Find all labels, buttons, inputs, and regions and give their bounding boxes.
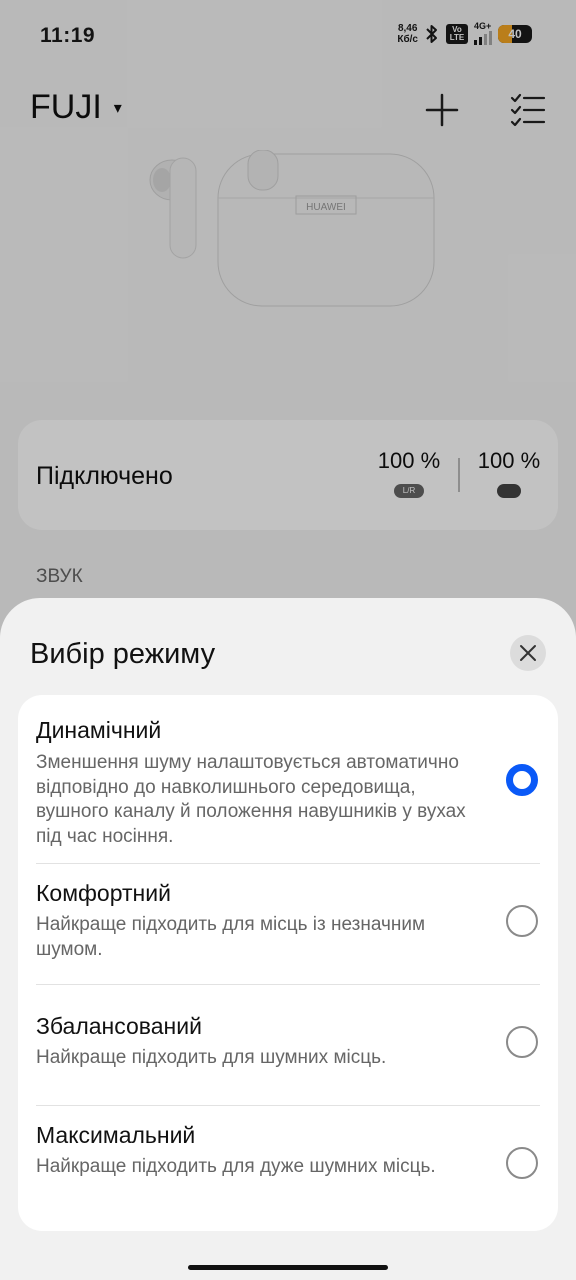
option-description: Зменшення шуму налаштовується автоматичн…: [36, 752, 466, 847]
radio-button-selected[interactable]: [506, 764, 538, 796]
mode-option-balanced[interactable]: Збалансований Найкраще підходить для шум…: [18, 985, 558, 1105]
option-description: Найкраще підходить для шумних місць.: [36, 1047, 387, 1068]
option-description: Найкраще підходить для дуже шумних місць…: [36, 1156, 436, 1177]
option-title: Максимальний: [36, 1122, 196, 1148]
close-icon: [520, 645, 536, 661]
option-title: Збалансований: [36, 1013, 202, 1039]
option-title: Динамічний: [36, 717, 162, 743]
mode-option-comfortable[interactable]: Комфортний Найкраще підходить для місць …: [18, 864, 558, 984]
option-title: Комфортний: [36, 880, 171, 906]
radio-button[interactable]: [506, 1147, 538, 1179]
mode-selection-sheet: Вибір режиму Динамічний Зменшення шуму н…: [0, 598, 576, 1280]
mode-option-maximum[interactable]: Максимальний Найкраще підходить для дуже…: [18, 1106, 558, 1231]
mode-options-list: Динамічний Зменшення шуму налаштовується…: [18, 695, 558, 1231]
option-description: Найкраще підходить для місць із незначни…: [36, 914, 426, 960]
home-indicator[interactable]: [188, 1265, 388, 1270]
mode-option-dynamic[interactable]: Динамічний Зменшення шуму налаштовується…: [18, 695, 558, 863]
sheet-title: Вибір режиму: [30, 638, 216, 670]
close-button[interactable]: [510, 635, 546, 671]
radio-button[interactable]: [506, 1026, 538, 1058]
radio-button[interactable]: [506, 905, 538, 937]
